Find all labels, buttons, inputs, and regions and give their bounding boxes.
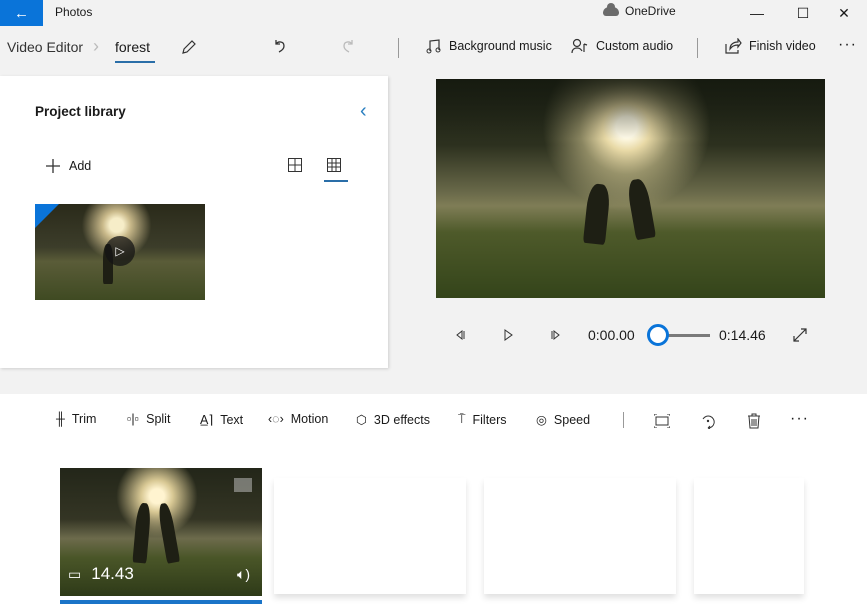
project-name[interactable]: forest: [115, 39, 150, 55]
seek-track[interactable]: [666, 334, 710, 337]
split-button[interactable]: ▫|▫ Split: [127, 412, 170, 426]
motion-button[interactable]: ‹◌› Motion: [268, 412, 328, 426]
onedrive-status[interactable]: OneDrive: [603, 2, 676, 18]
large-grid-view-icon[interactable]: [288, 158, 304, 174]
filters-label: Filters: [472, 412, 507, 427]
view-selected-indicator: [324, 180, 348, 182]
text-button[interactable]: A̲⌉ Text: [200, 412, 244, 428]
speed-icon: ◎: [536, 413, 547, 427]
custom-audio-label: Custom audio: [596, 39, 674, 53]
clip-duration-value: 14.43: [91, 564, 134, 583]
selected-corner-icon: [35, 204, 59, 228]
text-icon: A̲⌉: [200, 413, 214, 427]
motion-label: Motion: [290, 412, 329, 426]
speed-label: Speed: [553, 412, 591, 427]
clip-checkbox[interactable]: [234, 478, 252, 492]
onedrive-label: OneDrive: [625, 4, 676, 18]
breadcrumb-separator-icon: ›: [93, 36, 99, 56]
trim-label: Trim: [71, 412, 97, 426]
next-frame-icon[interactable]: [548, 327, 564, 343]
empty-clip-slot: [484, 478, 676, 594]
play-button[interactable]: [500, 327, 516, 343]
add-label: Add: [69, 159, 92, 173]
split-icon: ▫|▫: [127, 412, 140, 426]
separator: [623, 412, 624, 428]
more-options-icon[interactable]: ···: [838, 36, 857, 54]
back-button[interactable]: ←: [0, 0, 43, 26]
volume-icon[interactable]: 🔈︎): [237, 566, 250, 583]
music-note-icon: [426, 39, 441, 54]
background-music-label: Background music: [449, 39, 552, 53]
maximize-button[interactable]: ☐: [780, 0, 826, 26]
clip-selected-indicator: [60, 600, 262, 604]
filters-button[interactable]: ⍑ Filters: [458, 412, 507, 427]
finish-video-label: Finish video: [749, 39, 816, 53]
separator: [398, 38, 399, 58]
resize-icon[interactable]: [653, 412, 671, 430]
rename-pencil-icon[interactable]: [180, 38, 198, 56]
fullscreen-expand-icon[interactable]: [792, 327, 808, 343]
background-music-button[interactable]: Background music: [426, 38, 552, 54]
finish-video-button[interactable]: Finish video: [724, 38, 816, 54]
close-button[interactable]: ✕: [821, 0, 867, 26]
trim-button[interactable]: ╫ Trim: [56, 412, 96, 426]
text-label: Text: [220, 412, 244, 427]
seek-slider-thumb[interactable]: [647, 324, 669, 346]
motion-icon: ‹◌›: [268, 412, 284, 426]
empty-clip-slot: [694, 478, 804, 594]
trim-icon: ╫: [56, 412, 65, 426]
delete-trash-icon[interactable]: [745, 412, 763, 430]
separator: [697, 38, 698, 58]
undo-icon[interactable]: [271, 37, 289, 55]
share-export-icon: [725, 38, 742, 54]
collapse-panel-icon[interactable]: ‹: [360, 100, 367, 123]
3d-effects-label: 3D effects: [373, 412, 430, 427]
previous-frame-icon[interactable]: [452, 327, 468, 343]
project-library-title: Project library: [35, 104, 126, 119]
speed-button[interactable]: ◎ Speed: [536, 412, 591, 428]
plus-icon: [46, 159, 60, 173]
app-title: Photos: [55, 5, 93, 19]
add-button[interactable]: Add: [45, 158, 91, 174]
total-time: 0:14.46: [719, 327, 766, 343]
project-name-underline: [115, 61, 155, 63]
3d-effects-button[interactable]: ⬡ 3D effects: [356, 412, 430, 428]
cloud-icon: [603, 2, 619, 16]
library-video-thumbnail[interactable]: ▷: [35, 204, 205, 300]
back-arrow-icon: ←: [14, 4, 29, 22]
3d-effects-icon: ⬡: [356, 413, 367, 427]
custom-audio-icon: [571, 38, 588, 54]
custom-audio-button[interactable]: Custom audio: [571, 38, 673, 54]
play-icon[interactable]: ▷: [105, 236, 135, 266]
small-grid-view-icon[interactable]: [327, 158, 343, 174]
breadcrumb-video-editor[interactable]: Video Editor: [7, 39, 83, 55]
rotate-icon[interactable]: [699, 412, 717, 430]
filters-icon: ⍑: [458, 412, 466, 426]
split-label: Split: [146, 412, 171, 426]
redo-icon[interactable]: [339, 37, 357, 55]
current-time: 0:00.00: [588, 327, 635, 343]
storyboard-more-icon[interactable]: ···: [790, 410, 809, 428]
minimize-button[interactable]: —: [734, 0, 780, 26]
video-preview[interactable]: [436, 79, 825, 298]
film-icon: ▭: [68, 565, 82, 582]
clip-duration: ▭ 14.43: [68, 564, 134, 584]
empty-clip-slot: [274, 478, 466, 594]
storyboard-clip[interactable]: ▭ 14.43 🔈︎): [60, 468, 262, 596]
